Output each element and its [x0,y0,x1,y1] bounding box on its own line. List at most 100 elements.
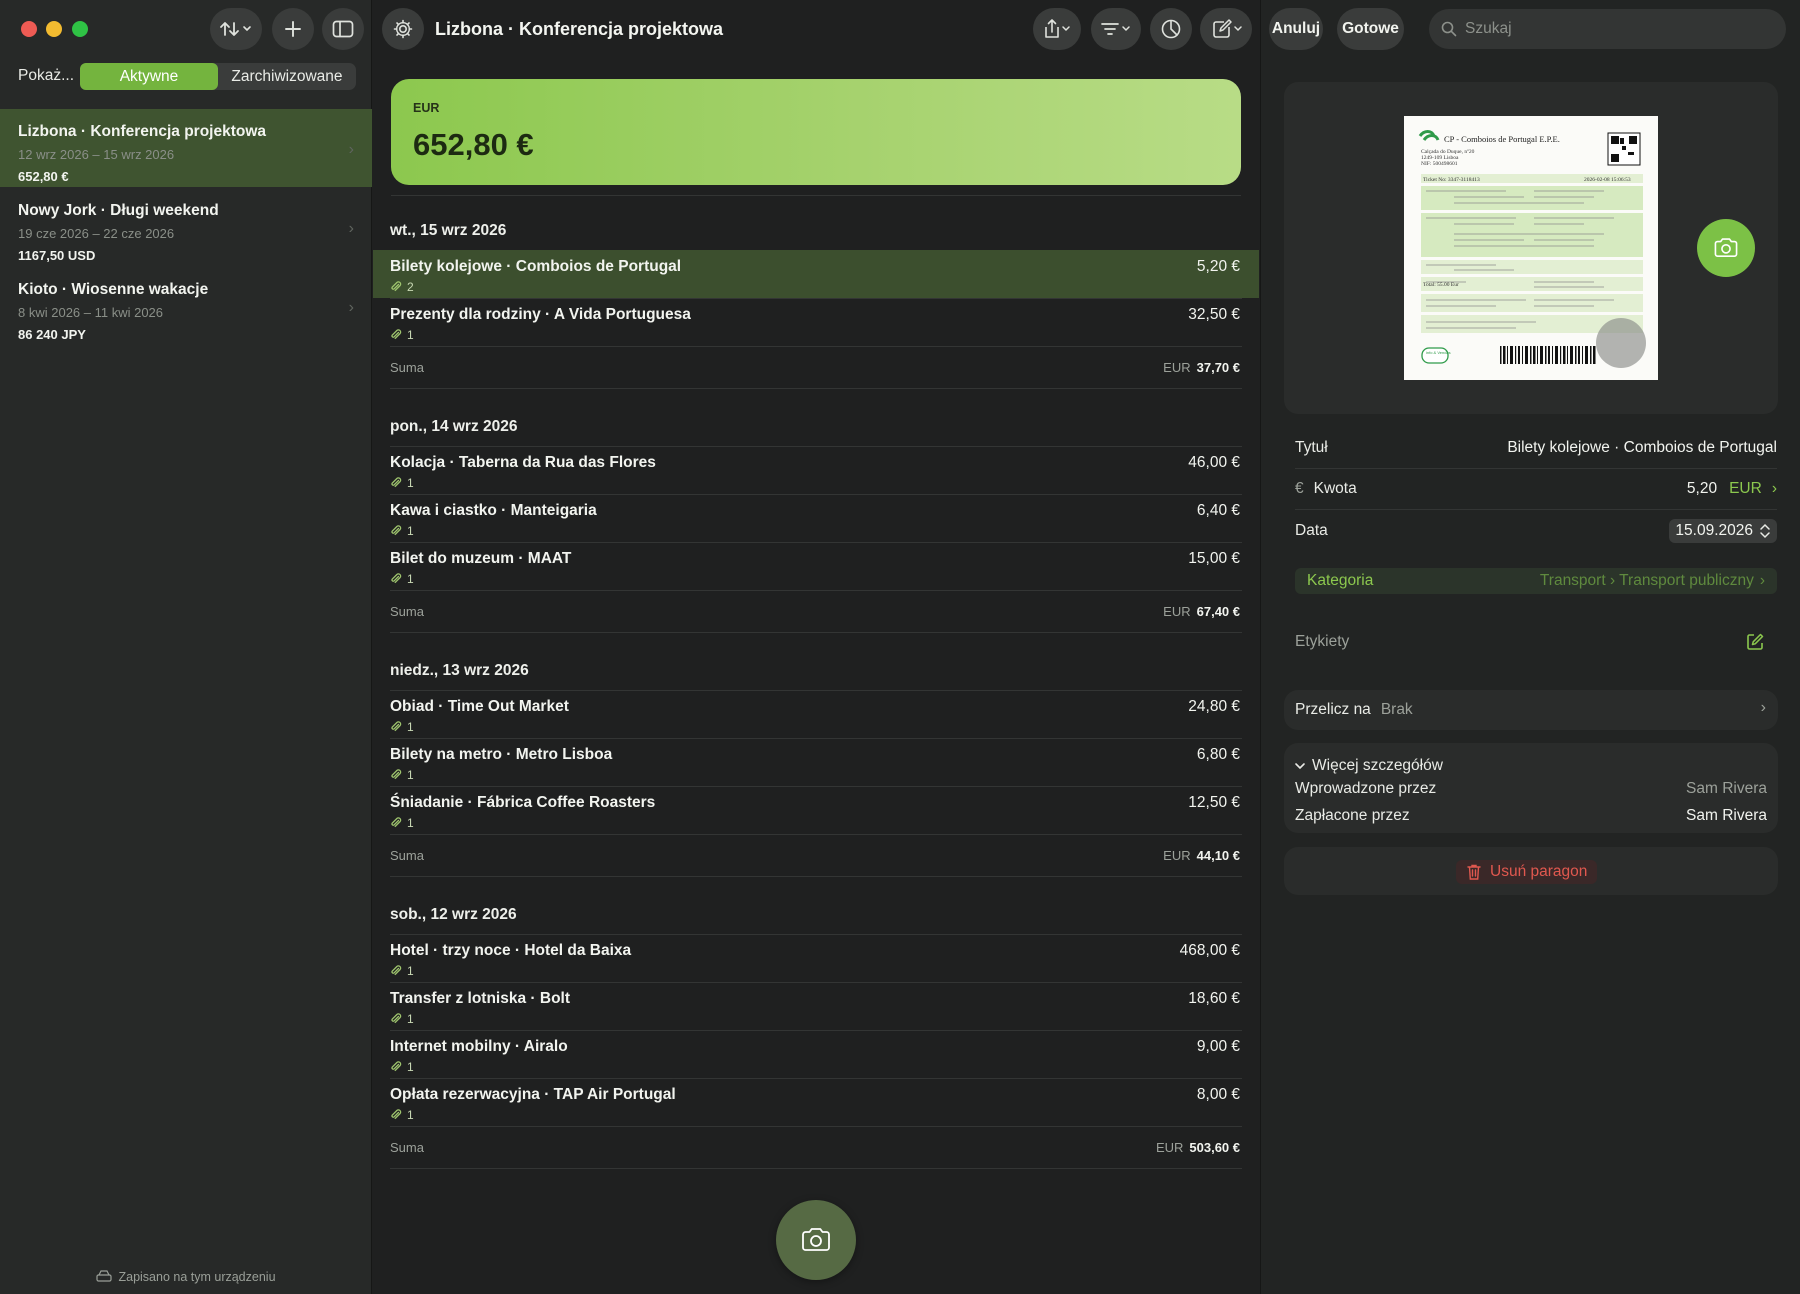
add-trip-button[interactable] [272,8,314,50]
show-filter-label[interactable]: Pokaż... [18,67,74,85]
edit-tags-button[interactable] [1745,632,1765,652]
attachment-count: 1 [390,816,414,830]
replace-photo-button[interactable] [1697,219,1755,277]
statistics-button[interactable] [1150,8,1192,50]
title-value[interactable]: Bilety kolejowe · Comboios de Portugal [1507,439,1777,457]
amount-currency[interactable]: EUR [1729,480,1762,498]
receipt-row[interactable]: Internet mobilny · Airalo 9,00 € 1 [373,1030,1259,1078]
receipt-total-line: Total: 55.00 Eur [1423,282,1459,288]
plus-icon [285,21,301,37]
category-label: Kategoria [1307,572,1374,589]
receipt-title: Bilety na metro · Metro Lisboa [390,746,613,763]
attachment-count-value: 1 [407,1108,414,1122]
stepper-icon [1760,523,1770,539]
chevron-down-icon [1295,763,1305,770]
receipt-row[interactable]: Bilet do muzeum · MAAT 15,00 € 1 [373,542,1259,590]
trip-amount: 86 240 JPY [18,327,86,342]
receipt-row[interactable]: Bilety na metro · Metro Lisboa 6,80 € 1 [373,738,1259,786]
receipt-row[interactable]: Śniadanie · Fábrica Coffee Roasters 12,50… [373,786,1259,834]
divider [390,632,1242,633]
attachment-count: 1 [390,720,414,734]
receipt-title: Prezenty dla rodziny · A Vida Portuguesa [390,306,691,323]
divider [390,346,1242,347]
chevron-right-icon: › [1759,572,1765,589]
receipt-ticket-date: 2026-02-08 15:06:53 [1584,177,1631,183]
day-sum-value: 37,70 € [1196,360,1240,375]
receipt-row[interactable]: Prezenty dla rodziny · A Vida Portuguesa… [373,298,1259,346]
receipts-list-pane: Lizbona · Konferencja projektowa EUR 652… [373,0,1259,1294]
convert-currency-panel[interactable]: Przelicz na Brak › [1284,690,1778,730]
receipt-amount: 9,00 € [1196,1038,1240,1055]
receipt-title: Bilety kolejowe · Comboios de Portugal [390,258,682,275]
close-window-button[interactable] [21,21,37,37]
receipt-title: Hotel · trzy noce · Hotel da Baixa [390,942,632,959]
receipt-row[interactable]: Bilety kolejowe · Comboios de Portugal 5,… [373,250,1259,298]
receipt-image-panel: CP - Comboios de Portugal E.P.E. Calçada… [1284,82,1778,414]
receipt-title: Bilet do muzeum · MAAT [390,550,572,567]
day-header: niedz., 13 wrz 2026 [390,662,529,679]
convert-label: Przelicz na [1295,701,1371,718]
receipt-amount: 5,20 € [1196,258,1240,275]
receipt-amount: 12,50 € [1188,794,1240,811]
settings-button[interactable] [382,8,424,50]
delete-panel: Usuń paragon [1284,847,1778,895]
more-details-toggle[interactable]: Więcej szczegółów [1294,757,1443,775]
minimize-window-button[interactable] [46,21,62,37]
trip-amount: 1167,50 USD [18,248,96,263]
trip-list-item[interactable]: Kioto · Wiosenne wakacje 8 kwi 2026 – 11… [0,267,372,345]
receipt-row[interactable]: Obiad · Time Out Market 24,80 € 1 [373,690,1259,738]
share-button[interactable] [1033,8,1081,50]
hard-drive-icon [96,1270,113,1282]
chevron-right-icon: › [1760,699,1766,716]
attachment-count-value: 1 [407,1060,414,1074]
day-sum-label: Suma [390,360,424,375]
done-button[interactable]: Gotowe [1337,8,1404,50]
scan-receipt-button[interactable] [776,1200,856,1280]
title-field[interactable]: Tytuł Bilety kolejowe · Comboios de Port… [1295,428,1777,468]
receipt-scan-graphic: CP - Comboios de Portugal E.P.E. Calçada… [1404,116,1658,380]
sort-button[interactable] [210,8,262,50]
amount-value[interactable]: 5,20 [1687,480,1717,498]
chevron-right-icon: › [348,141,354,158]
category-value-group: Transport › Transport publiczny › [1540,572,1765,590]
zoom-window-button[interactable] [72,21,88,37]
date-picker[interactable]: 15.09.2026 [1669,519,1777,543]
amount-field[interactable]: € Kwota 5,20 EUR › [1295,469,1777,509]
segment-active[interactable]: Aktywne [80,63,218,90]
total-amount: 652,80 € [413,127,534,162]
receipt-company: CP - Comboios de Portugal E.P.E. [1444,134,1560,144]
receipt-row[interactable]: Hotel · trzy noce · Hotel da Baixa 468,00… [373,934,1259,982]
toggle-sidebar-button[interactable] [322,8,364,50]
attachment-count: 1 [390,1108,414,1122]
paperclip-icon [391,817,402,828]
trip-amount: 652,80 € [18,169,69,184]
category-field[interactable]: Kategoria Transport › Transport publiczn… [1295,568,1777,594]
day-sum: EUR 44,10 € [1163,848,1240,863]
segment-archived[interactable]: Zarchiwizowane [218,63,356,90]
receipt-image[interactable]: CP - Comboios de Portugal E.P.E. Calçada… [1404,116,1658,380]
divider [1295,509,1777,510]
trip-list-item[interactable]: Lizbona · Konferencja projektowa 12 wrz … [0,109,372,187]
day-header: pon., 14 wrz 2026 [390,418,518,435]
category-value: Transport › Transport publiczny [1539,572,1754,589]
convert-row: Przelicz na Brak [1295,701,1413,719]
convert-value: Brak [1380,701,1413,718]
new-receipt-button[interactable] [1200,8,1252,50]
attachment-count-value: 1 [407,328,414,342]
trip-list-item[interactable]: Nowy Jork · Długi weekend 19 cze 2026 – … [0,188,372,266]
chevron-right-icon: › [1771,480,1777,497]
receipt-row[interactable]: Opłata rezerwacyjna · TAP Air Portugal 8,… [373,1078,1259,1126]
filter-button[interactable] [1091,8,1141,50]
search-input[interactable] [1465,20,1765,38]
day-sum-label: Suma [390,848,424,863]
delete-receipt-button[interactable]: Usuń paragon [1456,860,1598,884]
receipt-row[interactable]: Transfer z lotniska · Bolt 18,60 € 1 [373,982,1259,1030]
cancel-button[interactable]: Anuluj [1269,8,1323,50]
chevron-right-icon: › [348,220,354,237]
paperclip-icon [391,573,402,584]
receipt-row[interactable]: Kolacja · Taberna da Rua das Flores 46,00… [373,446,1259,494]
paperclip-icon [391,721,402,732]
trip-name: Nowy Jork · Długi weekend [18,202,219,219]
attachment-count-value: 1 [407,572,414,586]
receipt-row[interactable]: Kawa i ciastko · Manteigaria 6,40 € 1 [373,494,1259,542]
